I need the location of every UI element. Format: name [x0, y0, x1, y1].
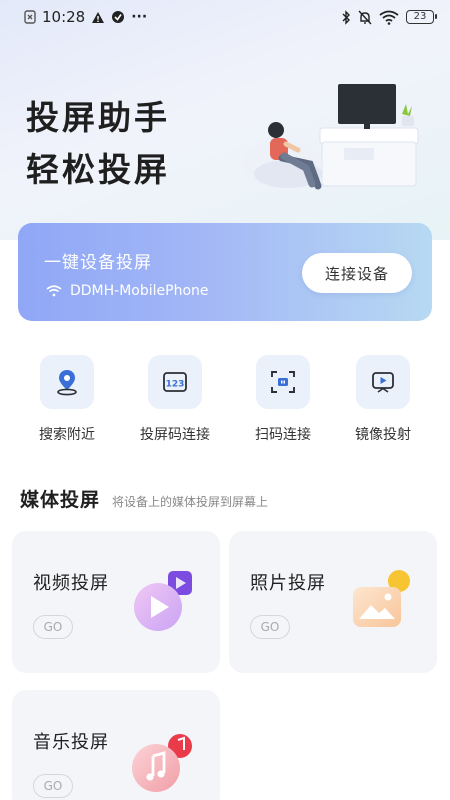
- quick-action-cast-code[interactable]: 123 投屏码连接: [125, 355, 225, 444]
- go-button[interactable]: GO: [33, 615, 73, 639]
- play-icon: [134, 571, 192, 631]
- one-click-cast-banner[interactable]: 一键设备投屏 DDMH-MobilePhone 连接设备: [18, 223, 432, 321]
- battery-indicator: 23: [406, 10, 437, 24]
- photo-cast-card[interactable]: 照片投屏 GO: [229, 531, 437, 673]
- image-icon: [353, 570, 410, 627]
- hero-title: 投屏助手 轻松投屏: [26, 92, 170, 196]
- quick-action-label: 扫码连接: [255, 427, 311, 443]
- card-title: 照片投屏: [250, 573, 326, 594]
- music-cast-card[interactable]: 音乐投屏 GO: [12, 690, 220, 800]
- hero-title-line2: 轻松投屏: [26, 150, 170, 189]
- bluetooth-icon: [341, 9, 351, 25]
- status-bar: 10:28 ··· 23: [0, 0, 450, 34]
- quick-action-label: 投屏码连接: [140, 427, 210, 443]
- quick-action-mirror-cast[interactable]: 镜像投射: [333, 355, 433, 444]
- go-button[interactable]: GO: [250, 615, 290, 639]
- section-title: 媒体投屏: [20, 489, 101, 511]
- warning-icon: [91, 11, 105, 24]
- notification-app-icon: [24, 10, 36, 24]
- hero-title-line1: 投屏助手: [26, 98, 170, 137]
- banner-title: 一键设备投屏: [44, 253, 152, 273]
- status-time: 10:28: [42, 8, 86, 26]
- quick-action-label: 搜索附近: [39, 427, 95, 443]
- quick-actions: 搜索附近 123 投屏码连接 扫码连接 镜像投射: [0, 355, 450, 450]
- connect-device-button[interactable]: 连接设备: [302, 253, 412, 293]
- quick-action-scan-connect[interactable]: 扫码连接: [233, 355, 333, 444]
- hero-illustration: [242, 84, 419, 190]
- wifi-icon: [379, 10, 399, 25]
- video-cast-card[interactable]: 视频投屏 GO: [12, 531, 220, 673]
- location-pin-icon: [57, 370, 77, 396]
- vpn-icon: [111, 10, 125, 24]
- go-button[interactable]: GO: [33, 774, 73, 798]
- svg-text:123: 123: [166, 380, 185, 390]
- code-123-icon: 123: [163, 372, 187, 392]
- card-title: 视频投屏: [33, 573, 109, 594]
- mirror-cast-icon: [372, 372, 394, 393]
- mute-bell-icon: [358, 10, 372, 25]
- music-note-icon: [132, 734, 192, 792]
- media-section-header: 媒体投屏 将设备上的媒体投屏到屏幕上: [20, 485, 268, 512]
- more-notifications-icon: ···: [131, 9, 148, 25]
- quick-action-label: 镜像投射: [355, 427, 411, 443]
- current-device: DDMH-MobilePhone: [46, 283, 209, 299]
- scan-icon: [271, 371, 295, 393]
- card-title: 音乐投屏: [33, 732, 109, 753]
- wifi-icon: [46, 285, 62, 297]
- device-name: DDMH-MobilePhone: [70, 283, 209, 299]
- quick-action-search-nearby[interactable]: 搜索附近: [17, 355, 117, 444]
- section-subtitle: 将设备上的媒体投屏到屏幕上: [112, 495, 269, 509]
